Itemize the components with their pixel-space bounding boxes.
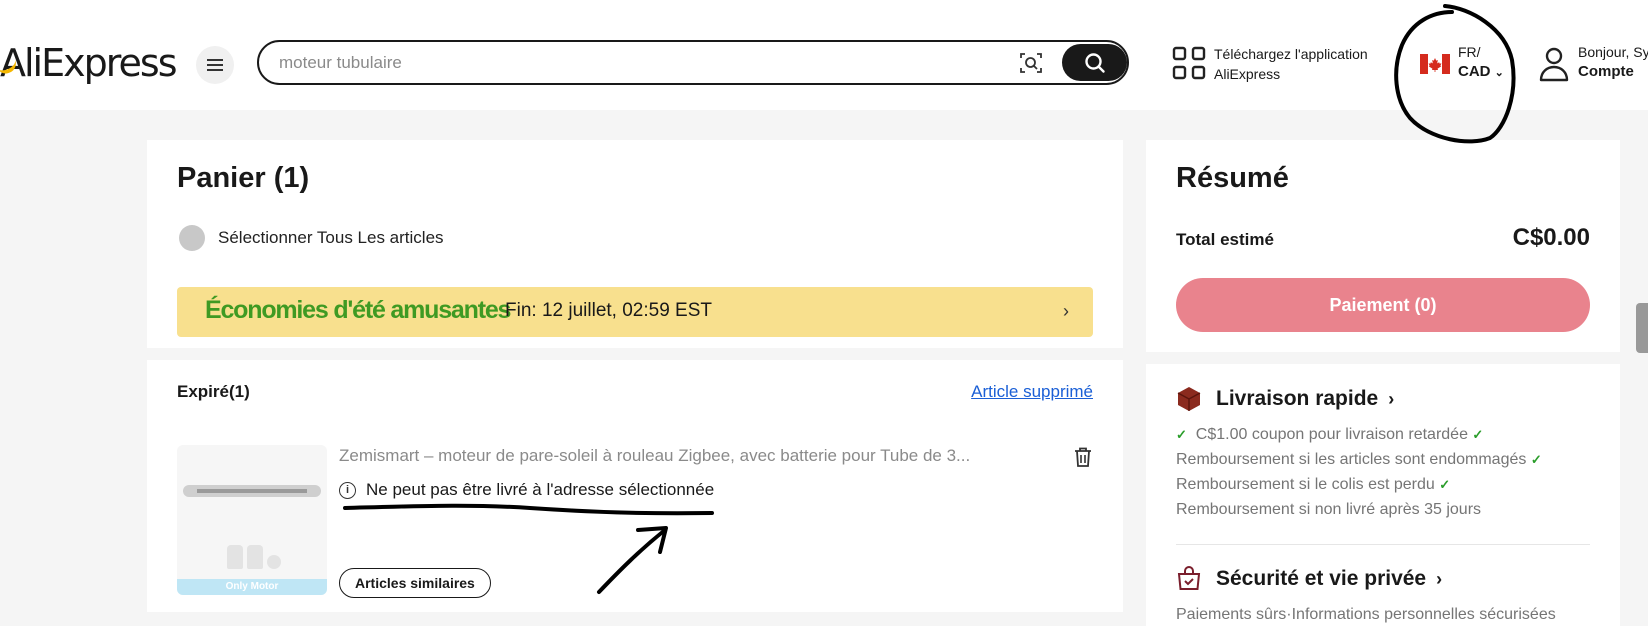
chevron-right-icon: › [1063, 301, 1069, 321]
info-icon: i [339, 481, 356, 499]
cart-panel: Panier (1) Sélectionner Tous Les article… [147, 140, 1123, 348]
download-app-line1: Téléchargez l'application [1214, 46, 1368, 62]
search-button[interactable] [1062, 44, 1127, 81]
package-icon [1177, 387, 1201, 411]
features-panel: Livraison rapide › ✓ C$1.00 coupon pour … [1146, 364, 1620, 626]
security-title: Sécurité et vie privée [1216, 567, 1427, 590]
check-icon: ✓ [1472, 427, 1484, 442]
chevron-right-icon: › [1436, 568, 1443, 589]
summary-title: Résumé [1176, 162, 1289, 194]
download-app-text: Téléchargez l'application AliExpress [1214, 44, 1368, 84]
image-search-icon[interactable] [1019, 51, 1043, 75]
expired-title: Expiré(1) [177, 382, 250, 401]
locale-text: FR/ CAD ⌄ [1458, 42, 1504, 83]
promo-title: Économies d'été amusantes [205, 296, 511, 324]
expired-panel: Expiré(1) Article supprimé Only Motor Ze… [147, 360, 1123, 612]
shopping-bag-shield-icon [1177, 566, 1201, 590]
locale-language: FR/ [1458, 44, 1481, 60]
locale-currency-selector[interactable]: FR/ CAD ⌄ [1418, 42, 1518, 86]
check-icon: ✓ [1530, 452, 1542, 467]
total-label: Total estimé [1176, 230, 1274, 249]
download-app-link[interactable]: Téléchargez l'application AliExpress [1172, 44, 1392, 84]
security-heading[interactable]: Sécurité et vie privée › [1176, 566, 1442, 592]
thumb-cap [267, 555, 281, 569]
delivery-warning: i Ne peut pas être livré à l'adresse sél… [339, 480, 714, 500]
chevron-down-icon: ⌄ [1494, 67, 1504, 79]
account-text: Bonjour, Sy Compte [1578, 42, 1648, 82]
summary-panel: Résumé Total estimé C$0.00 Paiement (0) [1146, 140, 1620, 352]
promo-end-date: Fin: 12 juillet, 02:59 EST [505, 300, 712, 321]
cart-title: Panier (1) [177, 162, 310, 194]
divider [1176, 544, 1590, 545]
chevron-right-icon: › [1388, 388, 1395, 409]
qr-code-icon [1172, 46, 1206, 80]
removed-item-link[interactable]: Article supprimé [971, 382, 1093, 402]
delivery-benefit: ✓ C$1.00 coupon pour livraison retardée … [1176, 426, 1484, 443]
top-header: AliExpress Téléchargez l'application Ali… [0, 0, 1648, 110]
thumb-bracket [247, 545, 263, 569]
thumb-motor-core [197, 489, 307, 493]
search-bar [257, 40, 1129, 85]
check-icon: ✓ [1176, 427, 1187, 442]
product-thumbnail[interactable]: Only Motor [177, 445, 327, 595]
locale-currency: CAD ⌄ [1458, 63, 1504, 80]
aliexpress-logo[interactable]: AliExpress [0, 38, 177, 88]
account-label: Compte [1578, 63, 1634, 80]
similar-items-button[interactable]: Articles similaires [339, 568, 491, 598]
greeting: Bonjour, Sy [1578, 44, 1648, 60]
account-menu[interactable]: Bonjour, Sy Compte [1536, 42, 1648, 86]
fast-delivery-heading[interactable]: Livraison rapide › [1176, 386, 1394, 412]
menu-button[interactable] [196, 46, 234, 84]
select-all-radio[interactable] [179, 225, 205, 251]
search-input[interactable] [279, 50, 979, 76]
check-icon: ✓ [1439, 477, 1451, 492]
delivery-benefit: Remboursement si le colis est perdu ✓ [1176, 476, 1451, 493]
user-icon [1539, 47, 1569, 82]
delivery-benefit: Remboursement si non livré après 35 jour… [1176, 501, 1482, 518]
promo-banner[interactable]: Économies d'été amusantes Fin: 12 juille… [177, 287, 1093, 337]
select-all-label: Sélectionner Tous Les articles [218, 228, 444, 247]
canada-flag-icon [1420, 54, 1450, 74]
security-line: Paiements sûrs·Informations personnelles… [1176, 606, 1556, 623]
product-title[interactable]: Zemismart – moteur de pare-soleil à roul… [339, 446, 989, 466]
download-app-line2: AliExpress [1214, 66, 1281, 82]
total-value: C$0.00 [1512, 224, 1590, 251]
hamburger-icon [207, 64, 223, 66]
thumb-bracket [227, 545, 243, 569]
search-icon [1084, 52, 1105, 73]
thumb-caption: Only Motor [177, 579, 327, 595]
trash-icon[interactable] [1073, 446, 1093, 468]
side-feedback-tab[interactable] [1636, 303, 1648, 353]
select-all[interactable]: Sélectionner Tous Les articles [179, 225, 444, 251]
checkout-button[interactable]: Paiement (0) [1176, 278, 1590, 332]
delivery-warning-text: Ne peut pas être livré à l'adresse sélec… [366, 480, 715, 499]
delivery-benefit: Remboursement si les articles sont endom… [1176, 451, 1542, 468]
fast-delivery-title: Livraison rapide [1216, 387, 1379, 410]
